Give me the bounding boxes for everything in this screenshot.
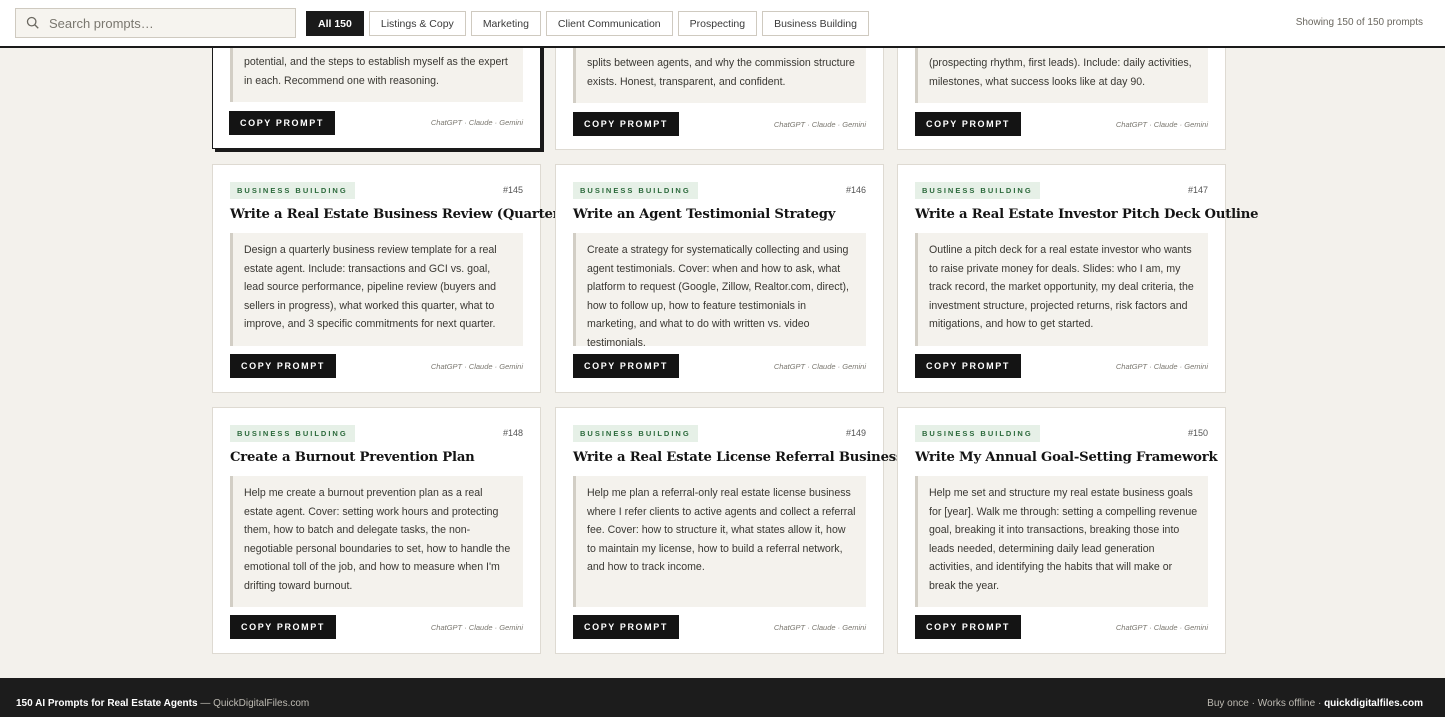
footer: 150 AI Prompts for Real Estate Agents — … — [0, 678, 1445, 717]
copy-prompt-button[interactable]: COPY PROMPT — [230, 354, 336, 378]
footer-separator: — — [197, 698, 214, 709]
search-icon — [26, 16, 39, 29]
footer-domain-link[interactable]: quickdigitalfiles.com — [1324, 698, 1423, 709]
filter-prospecting[interactable]: Prospecting — [677, 11, 758, 36]
copy-prompt-button[interactable]: COPY PROMPT — [915, 615, 1021, 639]
prompt-text: Outline a pitch deck for a real estate i… — [915, 233, 1208, 346]
prompt-card: BUSINESS BUILDING #147 Write a Real Esta… — [897, 164, 1259, 393]
copy-prompt-button[interactable]: COPY PROMPT — [573, 615, 679, 639]
category-badge: BUSINESS BUILDING — [230, 425, 355, 442]
supported-models: ChatGPT · Claude · Gemini — [773, 120, 866, 129]
prompt-number: #147 — [1187, 185, 1208, 195]
prompt-number: #148 — [502, 428, 523, 438]
copy-prompt-button[interactable]: COPY PROMPT — [915, 112, 1021, 136]
category-badge: BUSINESS BUILDING — [573, 425, 698, 442]
prompt-card: BUSINESS BUILDING #148 Create a Burnout … — [212, 407, 541, 654]
footer-tagline: Buy once · Works offline · quickdigitalf… — [1207, 698, 1423, 709]
prompt-title: Write a Real Estate Business Review (Qua… — [230, 207, 578, 222]
supported-models: ChatGPT · Claude · Gemini — [1115, 120, 1208, 129]
copy-prompt-button[interactable]: COPY PROMPT — [573, 112, 679, 136]
top-bar: All 150 Listings & Copy Marketing Client… — [0, 0, 1445, 48]
footer-credit: 150 AI Prompts for Real Estate Agents — … — [16, 698, 309, 709]
copy-prompt-button[interactable]: COPY PROMPT — [230, 615, 336, 639]
prompt-title: Create a Burnout Prevention Plan — [230, 450, 475, 465]
prompt-text: Design a quarterly business review templ… — [230, 233, 523, 346]
footer-title: 150 AI Prompts for Real Estate Agents — [16, 698, 198, 709]
prompt-number: #145 — [502, 185, 523, 195]
supported-models: ChatGPT · Claude · Gemini — [430, 118, 523, 127]
filter-business-building[interactable]: Business Building — [762, 11, 869, 36]
footer-site[interactable]: QuickDigitalFiles.com — [213, 698, 309, 709]
prompt-text: Create a strategy for systematically col… — [573, 233, 866, 349]
filter-client-communication[interactable]: Client Communication — [545, 11, 673, 36]
copy-prompt-button[interactable]: COPY PROMPT — [915, 354, 1021, 378]
filter-marketing[interactable]: Marketing — [470, 11, 541, 36]
category-badge: BUSINESS BUILDING — [915, 182, 1040, 199]
prompt-number: #150 — [1187, 428, 1208, 438]
category-badge: BUSINESS BUILDING — [915, 425, 1040, 442]
prompt-number: #149 — [845, 428, 866, 438]
category-badge: BUSINESS BUILDING — [230, 182, 355, 199]
category-filters: All 150 Listings & Copy Marketing Client… — [306, 11, 869, 36]
prompt-title: Write an Agent Testimonial Strategy — [573, 207, 836, 222]
supported-models: ChatGPT · Claude · Gemini — [1115, 362, 1208, 371]
filter-all[interactable]: All 150 — [306, 11, 364, 36]
copy-prompt-button[interactable]: COPY PROMPT — [573, 354, 679, 378]
supported-models: ChatGPT · Claude · Gemini — [430, 623, 523, 632]
supported-models: ChatGPT · Claude · Gemini — [1115, 623, 1208, 632]
prompt-card: BUSINESS BUILDING #145 Write a Real Esta… — [212, 164, 578, 393]
search-box[interactable] — [15, 8, 296, 38]
prompt-card: BUSINESS BUILDING #146 Write an Agent Te… — [555, 164, 884, 393]
category-badge: BUSINESS BUILDING — [573, 182, 698, 199]
copy-prompt-button[interactable]: COPY PROMPT — [229, 111, 335, 135]
prompt-text: Help me set and structure my real estate… — [915, 476, 1208, 607]
supported-models: ChatGPT · Claude · Gemini — [773, 623, 866, 632]
prompt-card: BUSINESS BUILDING #149 Write a Real Esta… — [555, 407, 940, 654]
prompt-title: Write My Annual Goal-Setting Framework — [915, 450, 1218, 465]
prompt-title: Write a Real Estate License Referral Bus… — [573, 450, 940, 465]
supported-models: ChatGPT · Claude · Gemini — [773, 362, 866, 371]
search-input[interactable] — [49, 15, 284, 31]
prompt-text: Help me create a burnout prevention plan… — [230, 476, 523, 607]
prompt-text: Help me plan a referral-only real estate… — [573, 476, 866, 607]
result-count: Showing 150 of 150 prompts — [1295, 17, 1423, 28]
supported-models: ChatGPT · Claude · Gemini — [430, 362, 523, 371]
footer-tagline-text: Buy once · Works offline · — [1207, 698, 1325, 709]
filter-listings-copy[interactable]: Listings & Copy — [368, 11, 466, 36]
prompt-title: Write a Real Estate Investor Pitch Deck … — [915, 207, 1259, 222]
prompt-number: #146 — [845, 185, 866, 195]
prompt-card: BUSINESS BUILDING #150 Write My Annual G… — [897, 407, 1226, 654]
